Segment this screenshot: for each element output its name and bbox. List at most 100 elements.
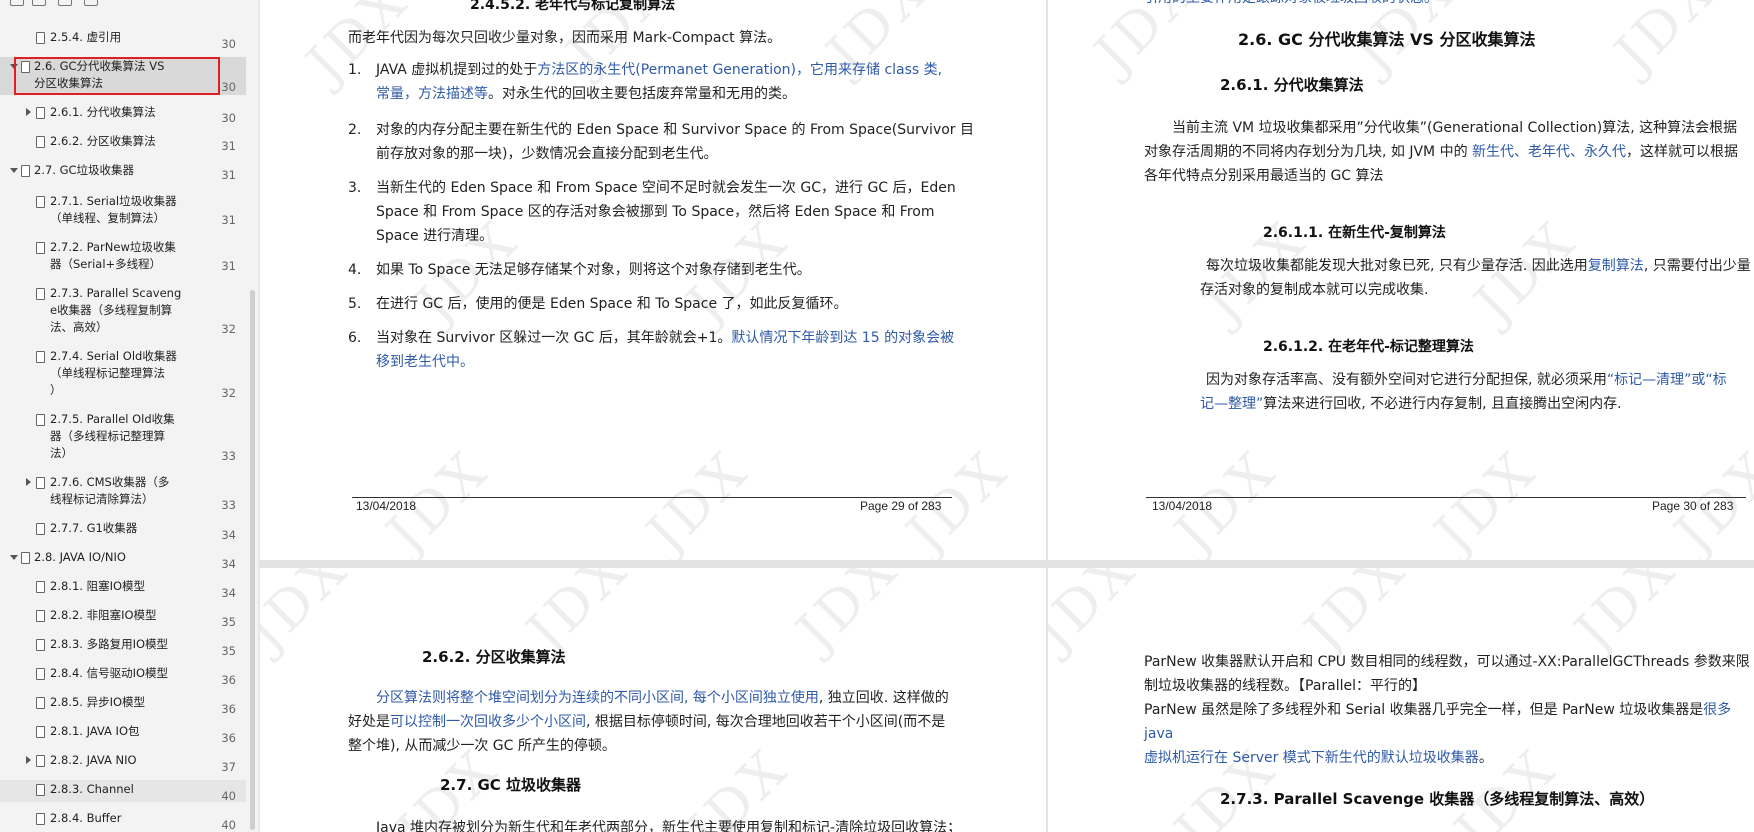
bookmark-item[interactable]: 2.8.1. JAVA IO包 36 xyxy=(0,722,246,745)
expand-all-icon[interactable] xyxy=(10,0,24,6)
bookmark-item[interactable]: 2.7. GC垃圾收集器 31 xyxy=(0,161,246,183)
section-heading: 2.6.1. 分代收集算法 xyxy=(1220,76,1364,94)
bookmark-item[interactable]: 2.8.4. 信号驱动IO模型 36 xyxy=(0,664,246,687)
watermark: JDX xyxy=(1082,0,1209,85)
list-number: 3. xyxy=(348,180,362,196)
bookmark-item[interactable]: 2.8. JAVA IO/NIO 34 xyxy=(0,548,246,571)
list-item: 当对象在 Survivor 区躲过一次 GC 后，其年龄就会+1。默认情况下年龄… xyxy=(376,326,996,374)
page-30: JDX JDX JDX JDX JDX JDX JDX JDX 引用的主要作用是… xyxy=(1048,0,1754,560)
collapse-arrow-icon[interactable] xyxy=(26,478,31,486)
collapse-all-icon[interactable] xyxy=(32,0,46,6)
paragraph: 当前主流 VM 垃圾收集都采用”分代收集”(Generational Colle… xyxy=(1144,116,1754,188)
bookmarks-panel: 2.5.4. 虚引用 30 2.6. GC分代收集算法 VS 分区收集算法 30… xyxy=(0,0,258,832)
bookmark-item[interactable]: 2.6.2. 分区收集算法 31 xyxy=(0,132,246,154)
bookmark-icon xyxy=(36,755,45,767)
text: 存活对象的复制成本就可以完成收集. xyxy=(1200,282,1429,298)
expand-arrow-icon[interactable] xyxy=(10,555,18,560)
bookmark-item[interactable]: 2.7.2. ParNew垃圾收集 器（Serial+多线程） 31 xyxy=(0,238,246,276)
highlight-text: 新生代、老年代、永久代 xyxy=(1472,144,1627,160)
document-viewer: JDX JDX JDX JDX JDX JDX JDX JDX 2.4.5.2.… xyxy=(260,0,1754,832)
watermark: JDX xyxy=(784,568,911,663)
bookmark-item[interactable]: 2.7.7. G1收集器 34 xyxy=(0,519,246,542)
bookmark-label: 2.8.1. 阻塞IO模型 xyxy=(50,579,146,593)
bookmark-label: 2.8.5. 异步IO模型 xyxy=(50,695,146,709)
bookmark-page: 35 xyxy=(221,644,236,658)
page-32: JDX JDX JDX JDX JDX ParNew 收集器默认开启和 CPU … xyxy=(1048,568,1754,832)
bookmark-label: 2.8.2. JAVA NIO xyxy=(50,753,137,767)
sidebar-scrollbar[interactable] xyxy=(250,290,255,830)
list-number: 5. xyxy=(348,296,362,312)
highlight-text: 可以控制一次回收多少个小区间 xyxy=(390,714,586,730)
bookmark-page: 40 xyxy=(221,818,236,832)
text: 当对象在 Survivor 区躲过一次 GC 后，其年龄就会+1。 xyxy=(376,330,732,346)
collapse-arrow-icon[interactable] xyxy=(26,756,31,764)
bookmark-item[interactable]: 2.8.4. Buffer 40 xyxy=(0,809,246,832)
bookmark-item[interactable]: 2.7.6. CMS收集器（多 线程标记清除算法） 33 xyxy=(0,473,246,512)
bookmark-item[interactable]: 2.8.5. 异步IO模型 36 xyxy=(0,693,246,716)
bookmark-icon xyxy=(21,165,30,177)
highlight-text: 虚拟机运行在 Server 模式下新生代的默认垃圾收集器 xyxy=(1144,750,1479,766)
list-number: 4. xyxy=(348,262,362,278)
bookmark-item[interactable]: 2.8.3. Channel 40 xyxy=(0,780,246,803)
bookmark-icon xyxy=(36,523,45,535)
bookmark-item[interactable]: 2.7.4. Serial Old收集器 （单线程标记整理算法 ） 32 xyxy=(0,347,246,401)
paragraph: 而老年代因为每次只回收少量对象，因而采用 Mark-Compact 算法。 xyxy=(348,30,782,46)
paragraph: 因为对象存活率高、没有额外空间对它进行分配担保, 就必须采用“标记—清理”或“标… xyxy=(1200,368,1754,416)
bookmark-page: 36 xyxy=(221,673,236,687)
bookmark-item[interactable]: 2.8.1. 阻塞IO模型 34 xyxy=(0,577,246,600)
list-number: 1. xyxy=(348,62,362,78)
highlight-text: 移到老生代中。 xyxy=(376,354,474,370)
bookmark-item[interactable]: 2.6.1. 分代收集算法 30 xyxy=(0,103,246,125)
bookmark-item[interactable]: 2.7.1. Serial垃圾收集器 （单线程、复制算法） 31 xyxy=(0,192,246,230)
bookmark-page: 31 xyxy=(221,168,236,182)
bookmark-icon xyxy=(36,784,45,796)
bookmark-icon xyxy=(36,581,45,593)
section-heading: 2.6.1.1. 在新生代-复制算法 xyxy=(1263,225,1446,241)
bookmark-page: 34 xyxy=(221,586,236,600)
section-heading: 2.7. GC 垃圾收集器 xyxy=(440,776,582,794)
paragraph: 分区算法则将整个堆空间划分为连续的不同小区间, 每个小区间独立使用, 独立回收.… xyxy=(348,686,1008,758)
footer-page: Page 29 of 283 xyxy=(860,499,942,513)
footer-rule xyxy=(1146,497,1746,498)
list-number: 6. xyxy=(348,330,362,346)
bookmark-page: 32 xyxy=(221,322,236,336)
bookmark-label: 2.5.4. 虚引用 xyxy=(50,30,122,44)
text: 因为对象存活率高、没有额外空间对它进行分配担保, 就必须采用 xyxy=(1206,372,1607,388)
bookmark-page: 33 xyxy=(221,498,236,512)
bookmark-label: 2.7.5. Parallel Old收集 器（多线程标记整理算 法） xyxy=(50,412,175,460)
bookmark-label: 2.7.1. Serial垃圾收集器 （单线程、复制算法） xyxy=(50,194,177,225)
bookmark-icon xyxy=(36,668,45,680)
bookmark-item[interactable]: 2.7.3. Parallel Scaveng e收集器（多线程复制算 法、高效… xyxy=(0,284,246,338)
bookmark-page: 30 xyxy=(221,111,236,125)
bookmark-item[interactable]: 2.7.5. Parallel Old收集 器（多线程标记整理算 法） 33 xyxy=(0,410,246,464)
text: ParNew 收集器默认开启和 CPU 数目相同的线程数，可以通过-XX:Par… xyxy=(1144,654,1750,670)
list-item: 在进行 GC 后，使用的便是 Eden Space 和 To Space 了，如… xyxy=(376,296,848,312)
text: ParNew 虽然是除了多线程外和 Serial 收集器几乎完全一样，但是 Pa… xyxy=(1144,702,1704,718)
list-item: JAVA 虚拟机提到过的处于方法区的永生代(Permanet Generatio… xyxy=(376,58,986,106)
highlight-text: “标记—清理”或“标 xyxy=(1606,372,1727,388)
collapse-arrow-icon[interactable] xyxy=(26,108,31,116)
bookmark-icon xyxy=(36,107,45,119)
section-heading: 2.6. GC 分代收集算法 VS 分区收集算法 xyxy=(1238,30,1536,49)
bookmark-item[interactable]: 2.8.2. 非阻塞IO模型 35 xyxy=(0,606,246,629)
bookmark-label: 2.7.4. Serial Old收集器 （单线程标记整理算法 ） xyxy=(50,349,177,397)
page-31: JDX JDX JDX JDX JDX 2.6.2. 分区收集算法 分区算法则将… xyxy=(260,568,1046,832)
bookmark-add-icon[interactable] xyxy=(58,0,72,6)
bookmark-item[interactable]: 2.5.4. 虚引用 30 xyxy=(0,28,246,51)
expand-arrow-icon[interactable] xyxy=(10,168,18,173)
bookmark-icon[interactable] xyxy=(84,0,98,6)
paragraph: Java 堆内存被划分为新生代和年老代两部分，新生代主要使用复制和标记-清除垃圾… xyxy=(376,820,962,832)
bookmark-label: 2.7.2. ParNew垃圾收集 器（Serial+多线程） xyxy=(50,240,176,271)
bookmark-label: 2.8.1. JAVA IO包 xyxy=(50,724,140,738)
bookmark-item[interactable]: 2.8.3. 多路复用IO模型 35 xyxy=(0,635,246,658)
bookmark-page: 34 xyxy=(221,528,236,542)
bookmark-icon xyxy=(36,477,45,489)
bookmark-icon xyxy=(36,813,45,825)
bookmark-label: 2.6.2. 分区收集算法 xyxy=(50,134,156,148)
bookmark-label: 2.7.3. Parallel Scaveng e收集器（多线程复制算 法、高效… xyxy=(50,286,182,334)
bookmark-item[interactable]: 2.8.2. JAVA NIO 37 xyxy=(0,751,246,774)
bookmark-icon xyxy=(36,288,45,300)
page-29: JDX JDX JDX JDX JDX JDX JDX JDX 2.4.5.2.… xyxy=(260,0,1046,560)
text: Space 进行清理。 xyxy=(376,228,494,244)
paragraph: ParNew 收集器默认开启和 CPU 数目相同的线程数，可以通过-XX:Par… xyxy=(1144,650,1754,770)
